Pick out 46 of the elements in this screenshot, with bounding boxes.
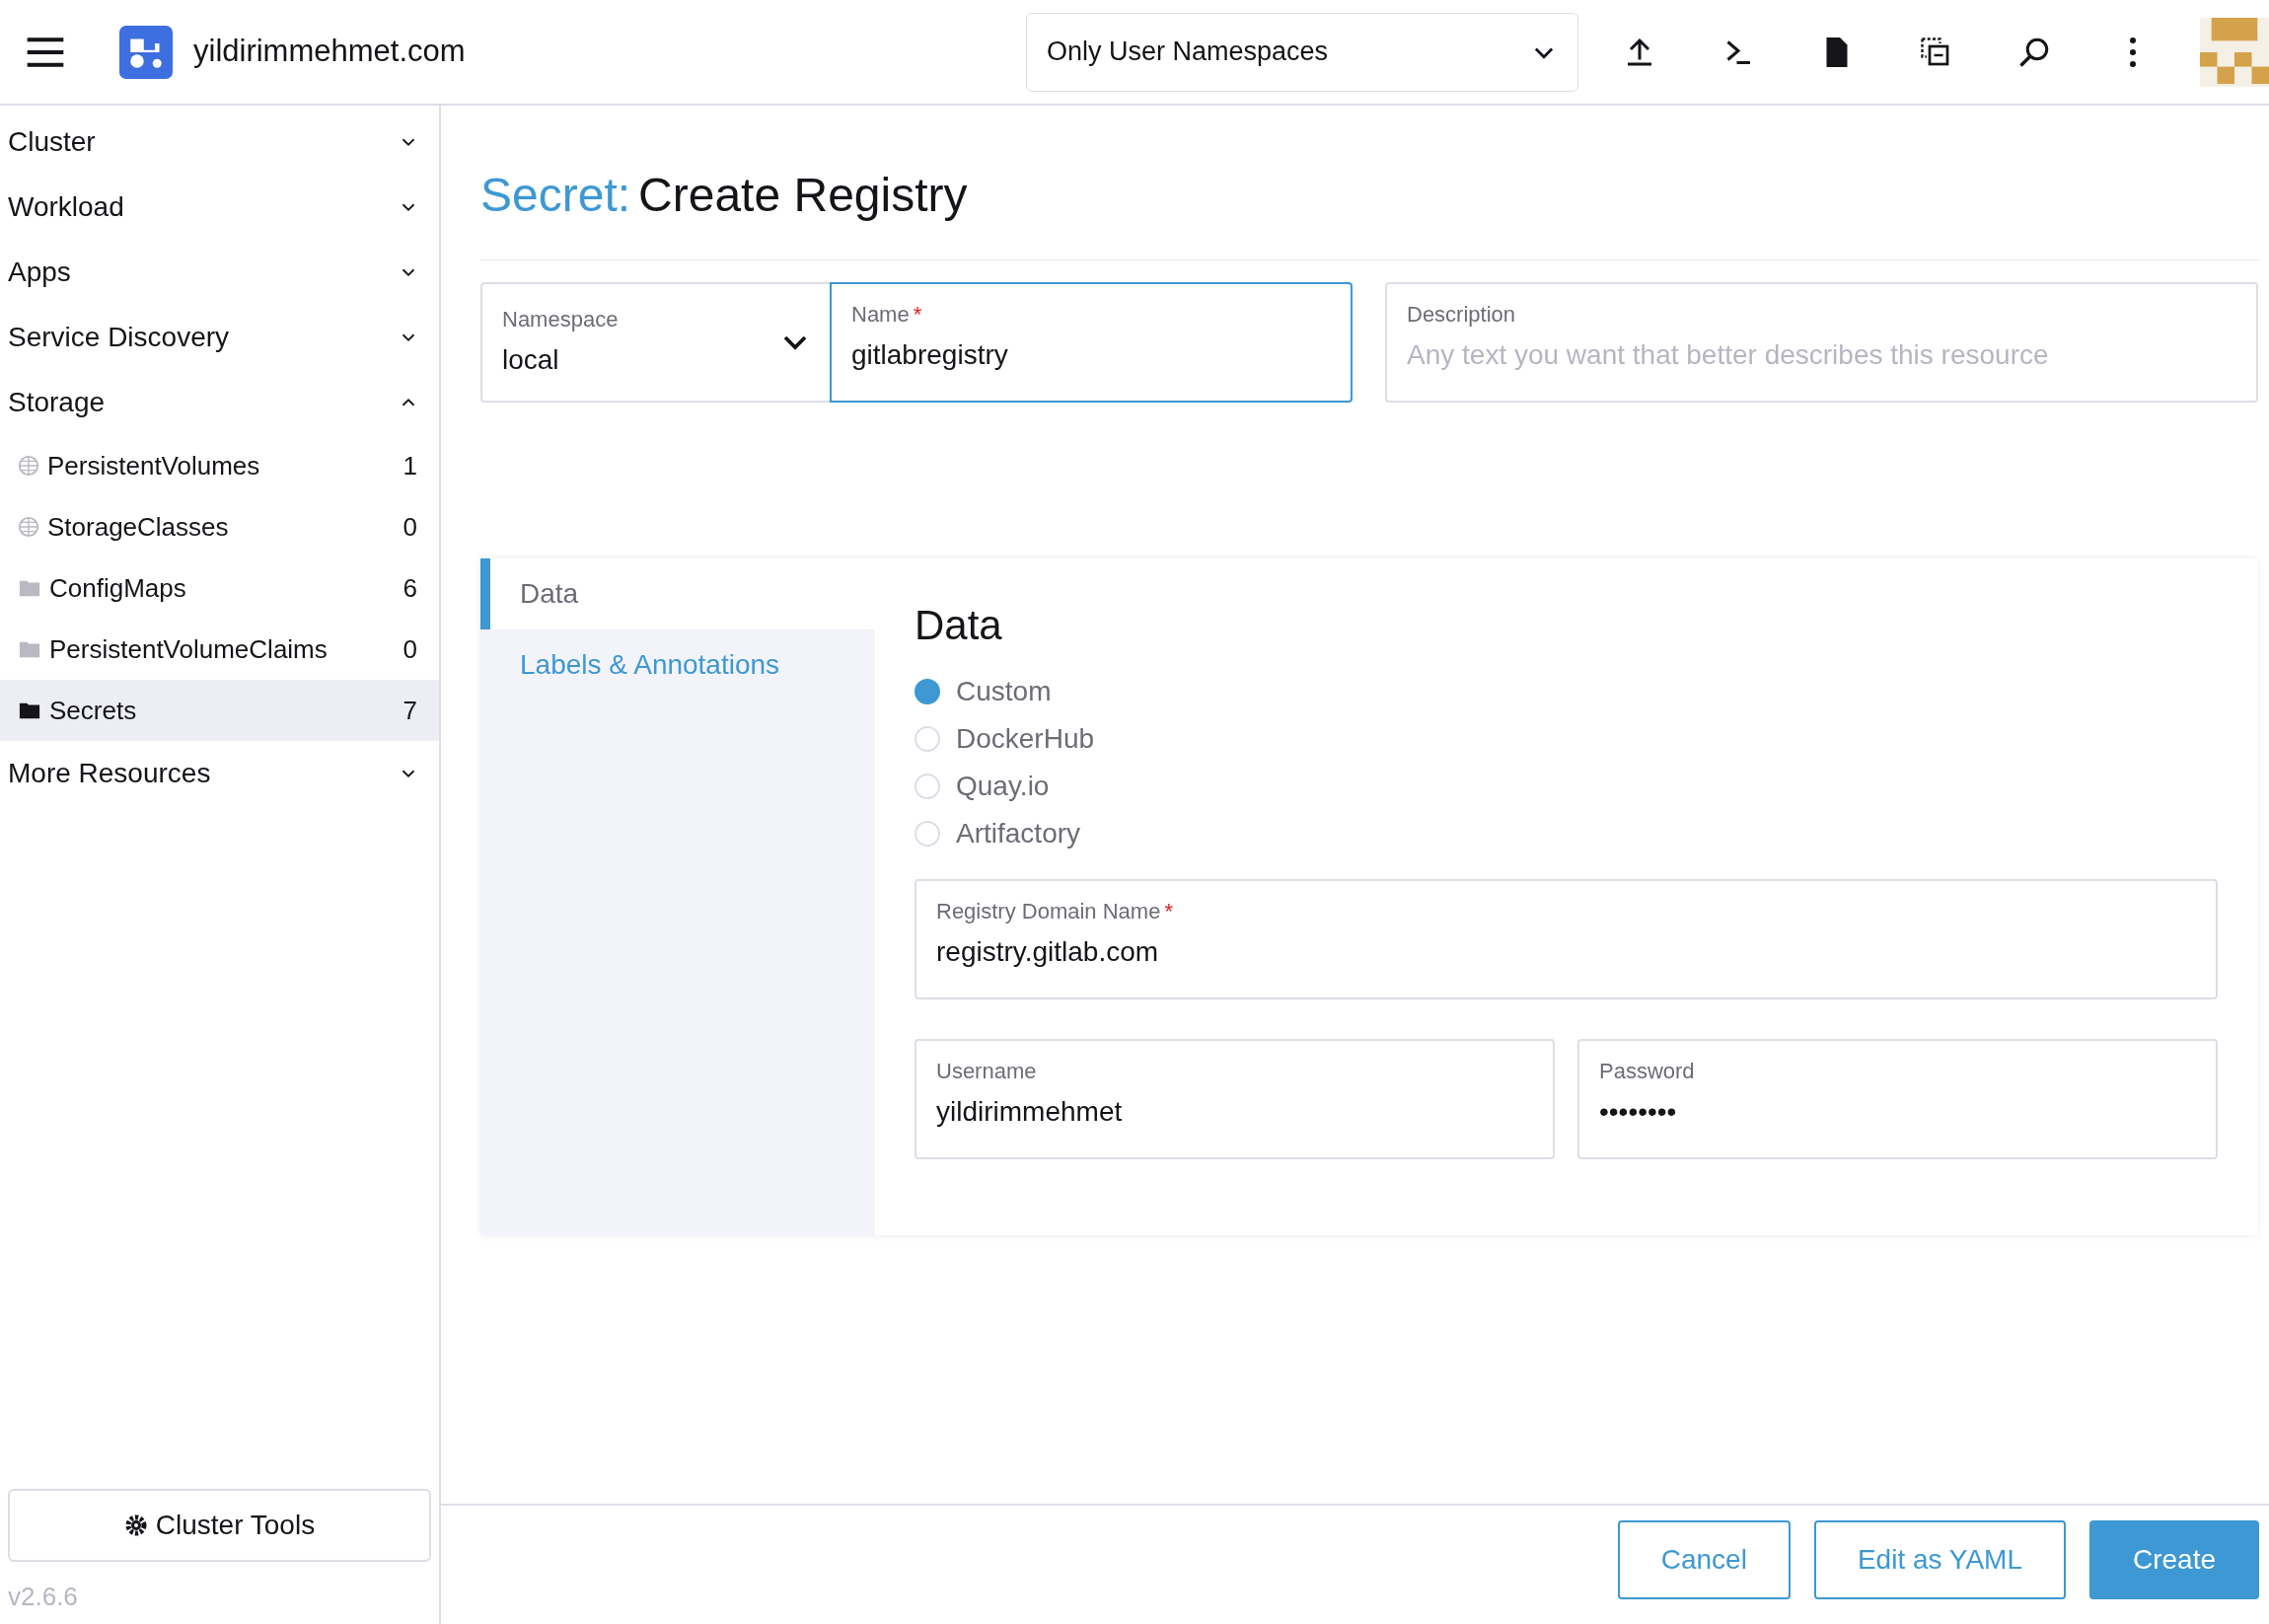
field-label: Name	[851, 300, 910, 329]
registry-domain-field[interactable]: Registry Domain Name * registry.gitlab.com	[915, 878, 2218, 999]
sidebar-group[interactable]: Service Discovery	[0, 305, 439, 370]
page-title-prefix: Secret:	[480, 168, 631, 223]
selected-value: local	[502, 343, 560, 378]
section-heading: Data	[915, 600, 1003, 650]
input-field[interactable]: registry.gitlab.com	[936, 930, 2196, 973]
cluster-tools-button[interactable]: Cluster Tools	[8, 1489, 431, 1562]
input-field[interactable]: gitlabregistry	[851, 333, 1331, 376]
gear-icon	[123, 1513, 148, 1537]
sidebar-group[interactable]: Storage	[0, 370, 439, 435]
sidebar-group[interactable]: More Resources	[0, 741, 439, 806]
field-label: Password	[1599, 1057, 1695, 1085]
sidebar-item[interactable]: PersistentVolumes 1	[0, 435, 439, 496]
sidebar-group[interactable]: Workload	[0, 175, 439, 240]
radio-option[interactable]: Quay.io	[915, 762, 1050, 810]
sidebar-group[interactable]: Apps	[0, 240, 439, 305]
sidebar-group[interactable]: Cluster	[0, 110, 439, 175]
version-label: v2.6.6	[8, 1581, 79, 1613]
globe-icon	[18, 516, 39, 538]
page-title: Create Registry	[638, 168, 968, 223]
sidebar-item[interactable]: PersistentVolumeClaims 0	[0, 619, 439, 680]
namespace-select[interactable]: Namespace local	[480, 281, 830, 403]
field-label: Username	[936, 1057, 1037, 1085]
description-field[interactable]: Description Any text you want that better describes this resource	[1385, 281, 2258, 403]
radio-option[interactable]: DockerHub	[915, 714, 1095, 763]
required-marker: *	[1164, 897, 1173, 925]
radio-option[interactable]: Artifactory	[915, 809, 1081, 857]
password-field[interactable]: Password ••••••••	[1577, 1038, 2218, 1159]
radio-option[interactable]: Custom	[915, 667, 1052, 715]
globe-icon	[18, 455, 39, 477]
field-label: Description	[1407, 300, 1516, 329]
name-field[interactable]: Name * gitlabregistry	[830, 281, 1353, 403]
input-field[interactable]: Any text you want that better describes this resource	[1407, 333, 2236, 376]
field-label: Registry Domain Name	[936, 897, 1161, 925]
input-field[interactable]: ••••••••	[1599, 1090, 2196, 1133]
input-field[interactable]: yildirimmehmet	[936, 1090, 1533, 1133]
sidebar-item[interactable]: StorageClasses 0	[0, 496, 439, 557]
site-name: yildirimmehmet.com	[193, 33, 466, 71]
tab[interactable]: Data	[480, 557, 875, 629]
namespace-filter-dropdown[interactable]: Only User Namespaces	[1026, 12, 1578, 92]
required-marker: *	[913, 300, 922, 329]
field-label: Namespace	[502, 306, 620, 334]
username-field[interactable]: Username yildirimmehmet	[915, 1038, 1555, 1159]
sidebar-item[interactable]: ConfigMaps 6	[0, 557, 439, 619]
sidebar-item[interactable]: Secrets 7	[0, 680, 439, 741]
